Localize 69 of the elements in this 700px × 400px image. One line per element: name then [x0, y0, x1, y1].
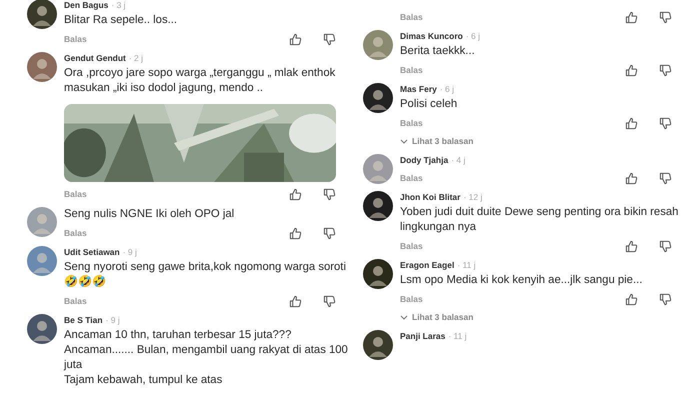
reply-link[interactable]: Balas — [64, 228, 87, 238]
thumbs-up-icon[interactable] — [625, 292, 638, 306]
comment-time: · 3 j — [111, 0, 126, 12]
comment-time: · 6 j — [466, 30, 480, 43]
avatar[interactable] — [363, 330, 393, 360]
thumbs-down-icon[interactable] — [659, 10, 672, 24]
view-replies-link[interactable]: Lihat 3 balasan — [400, 309, 474, 325]
thumbs-down-icon[interactable] — [659, 292, 672, 306]
reply-link[interactable]: Balas — [400, 65, 423, 75]
thumbs-up-icon[interactable] — [289, 32, 302, 46]
thumbs-up-icon[interactable] — [625, 240, 638, 252]
thumbs-up-icon[interactable] — [289, 188, 302, 200]
comment-time: · 12 j — [463, 191, 482, 204]
comment-time: · 6 j — [440, 83, 454, 96]
author-name[interactable]: Dody Tjahja — [400, 153, 448, 167]
comment-time: · 4 j — [451, 154, 466, 167]
avatar[interactable] — [363, 191, 393, 221]
author-name[interactable]: Dimas Kuncoro — [400, 29, 463, 43]
comment-time: · 9 j — [122, 246, 137, 259]
thumbs-up-icon[interactable] — [289, 294, 302, 308]
author-name[interactable]: Panji Laras — [400, 329, 446, 343]
thumbs-down-icon[interactable] — [323, 32, 336, 46]
author-name[interactable]: Den Bagus — [64, 0, 108, 12]
comment-text: Polisi celeh — [400, 97, 458, 112]
thumbs-up-icon[interactable] — [625, 10, 638, 24]
author-name[interactable]: Gendut Gendut — [64, 51, 126, 65]
comment-text: Blitar Ra sepele.. los... — [64, 13, 178, 28]
author-name[interactable]: Mas Fery — [400, 82, 437, 96]
comment-time: · 11 j — [457, 259, 476, 272]
comment-text: Berita taekkk... — [400, 44, 475, 59]
reply-link[interactable]: Balas — [400, 294, 423, 304]
reply-link[interactable]: Balas — [64, 34, 87, 44]
author-name[interactable]: Jhon Koi Blitar — [400, 190, 460, 204]
thumbs-up-icon[interactable] — [625, 116, 638, 130]
thumbs-up-icon[interactable] — [625, 172, 638, 184]
comment-text: Ora ,prcoyo jare sopo warga „terganggu „ mlak enthok masukan „iki iso dodol jagung, mendo .. — [64, 66, 336, 96]
avatar[interactable] — [363, 259, 393, 289]
avatar[interactable] — [27, 0, 57, 29]
thumbs-down-icon[interactable] — [323, 188, 336, 200]
view-replies-link[interactable]: Lihat 3 balasan — [400, 133, 474, 149]
comment-time: · 9 j — [106, 314, 120, 327]
thumbs-down-icon[interactable] — [323, 226, 336, 240]
author-name[interactable]: Be S Tian — [64, 313, 103, 327]
reply-link[interactable]: Balas — [64, 296, 87, 306]
thumbs-down-icon[interactable] — [659, 172, 672, 184]
comment-time: · 2 j — [128, 52, 144, 65]
reply-link[interactable]: Balas — [400, 241, 423, 251]
reply-link[interactable]: Balas — [400, 118, 423, 128]
thumbs-up-icon[interactable] — [625, 64, 638, 76]
comment-text: Ancaman 10 thn, taruhan terbesar 15 juta??? Ancaman....... Bulan, mengambil uang rakyat di atas 100 juta Tajam kebawah, tumpul ke atas — [64, 328, 348, 388]
comment-text: Yoben judi duit duite Dewe seng penting ora bikin resah lingkungan nya — [400, 205, 678, 235]
reply-link[interactable]: Balas — [64, 189, 87, 199]
chevron-down-icon — [400, 314, 408, 320]
author-name[interactable]: Udit Setiawan — [64, 245, 120, 259]
comment-text: Seng nyoroti seng gawe brita,kok ngomong warga soroti 🤣🤣🤣 — [64, 260, 346, 290]
thumbs-down-icon[interactable] — [659, 240, 672, 252]
thumbs-down-icon[interactable] — [323, 294, 336, 308]
thumbs-down-icon[interactable] — [659, 64, 672, 76]
reply-link[interactable]: Balas — [400, 173, 423, 183]
comment-text: Lsm opo Media ki kok kenyih ae...jlk sangu pie... — [400, 273, 642, 288]
thumbs-down-icon[interactable] — [659, 116, 672, 130]
comment-text: Seng nulis NGNE Iki oleh OPO jal — [64, 207, 234, 222]
avatar[interactable] — [363, 83, 393, 113]
author-name[interactable]: Eragon Eagel — [400, 258, 454, 272]
reply-link[interactable]: Balas — [400, 12, 423, 22]
chevron-down-icon — [400, 138, 408, 144]
avatar[interactable] — [27, 314, 57, 344]
thumbs-up-icon[interactable] — [289, 226, 302, 240]
comment-time: · 11 j — [448, 330, 467, 343]
